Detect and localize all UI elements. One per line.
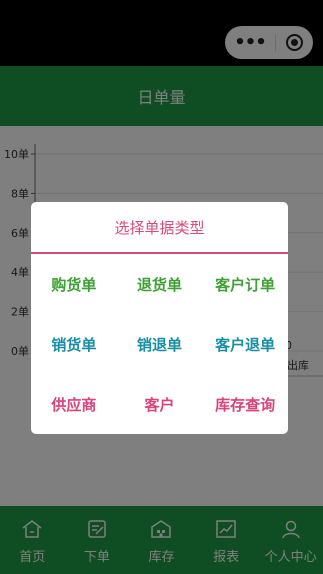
option-inventory-query[interactable]: 库存查询 <box>202 374 288 434</box>
option-customer[interactable]: 客户 <box>117 374 203 434</box>
option-purchase-order[interactable]: 购货单 <box>31 254 117 314</box>
document-type-dialog: 选择单据类型 购货单 退货单 客户订单 销货单 销退单 客户退单 供应商 客户 … <box>31 202 288 434</box>
option-sales-return[interactable]: 销退单 <box>117 314 203 374</box>
option-supplier[interactable]: 供应商 <box>31 374 117 434</box>
document-type-grid: 购货单 退货单 客户订单 销货单 销退单 客户退单 供应商 客户 库存查询 <box>31 254 288 434</box>
option-sales-order[interactable]: 销货单 <box>31 314 117 374</box>
dialog-title: 选择单据类型 <box>31 202 288 254</box>
option-customer-return[interactable]: 客户退单 <box>202 314 288 374</box>
option-customer-order[interactable]: 客户订单 <box>202 254 288 314</box>
option-purchase-return[interactable]: 退货单 <box>117 254 203 314</box>
